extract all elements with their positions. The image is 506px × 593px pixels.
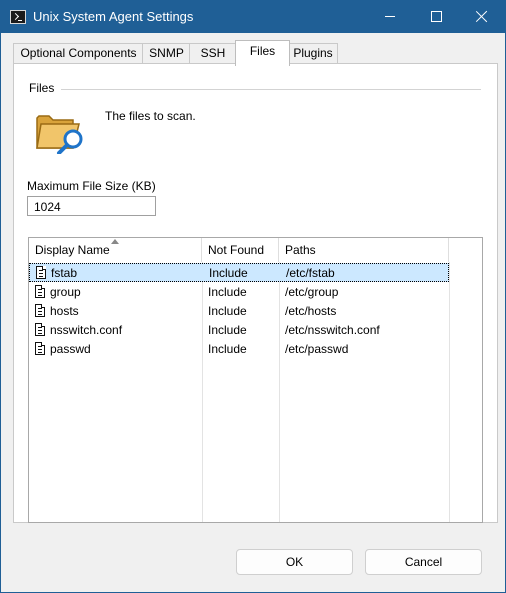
row-display-name: group [50, 285, 81, 299]
files-group-label: Files [29, 81, 55, 95]
row-display-name: nsswitch.conf [50, 323, 123, 337]
window-title: Unix System Agent Settings [33, 9, 194, 24]
row-not-found: Include [208, 342, 247, 356]
column-divider [449, 262, 450, 522]
tab-files[interactable]: Files [235, 40, 290, 66]
document-icon [36, 266, 46, 279]
maximize-icon [431, 11, 442, 22]
sort-ascending-icon [111, 239, 119, 244]
settings-window: Unix System Agent Settings Optional Comp… [0, 0, 506, 593]
table-row[interactable]: hosts Include /etc/hosts [29, 302, 449, 321]
table-row[interactable]: fstab Include /etc/fstab [29, 263, 449, 282]
row-not-found: Include [209, 266, 248, 280]
tab-snmp[interactable]: SNMP [142, 43, 191, 64]
files-description: The files to scan. [105, 109, 196, 123]
row-path: /etc/fstab [286, 266, 335, 280]
column-header-not-found[interactable]: Not Found [202, 238, 279, 262]
row-path: /etc/nsswitch.conf [285, 323, 380, 337]
maximize-button[interactable] [413, 1, 459, 33]
row-path: /etc/passwd [285, 342, 349, 356]
table-row[interactable]: passwd Include /etc/passwd [29, 340, 449, 359]
table-row[interactable]: group Include /etc/group [29, 283, 449, 302]
close-button[interactable] [459, 1, 505, 33]
row-path: /etc/group [285, 285, 339, 299]
terminal-app-icon [10, 10, 26, 24]
row-not-found: Include [208, 285, 247, 299]
row-path: /etc/hosts [285, 304, 337, 318]
group-divider [61, 89, 481, 90]
tab-strip: Optional Components SNMP SSH Files Plugi… [13, 40, 497, 66]
title-bar[interactable]: Unix System Agent Settings [1, 1, 505, 33]
document-icon [35, 304, 45, 317]
row-not-found: Include [208, 323, 247, 337]
close-icon [475, 9, 489, 23]
minimize-button[interactable] [367, 1, 413, 33]
ok-button[interactable]: OK [236, 549, 353, 575]
column-header-display-name[interactable]: Display Name [29, 238, 202, 262]
row-display-name: hosts [50, 304, 79, 318]
max-file-size-label: Maximum File Size (KB) [27, 179, 156, 193]
row-not-found: Include [208, 304, 247, 318]
tab-ssh[interactable]: SSH [189, 43, 237, 64]
tab-plugins[interactable]: Plugins [288, 43, 338, 64]
minimize-icon [385, 16, 395, 17]
max-file-size-input[interactable]: 1024 [27, 196, 156, 216]
document-icon [35, 285, 45, 298]
table-row[interactable]: nsswitch.conf Include /etc/nsswitch.conf [29, 321, 449, 340]
row-display-name: passwd [50, 342, 91, 356]
tab-optional-components[interactable]: Optional Components [13, 43, 144, 64]
files-list-view[interactable]: Display Name Not Found Paths fstab Inclu… [28, 237, 483, 523]
cancel-button[interactable]: Cancel [365, 549, 482, 575]
column-header-paths[interactable]: Paths [279, 238, 449, 262]
list-header: Display Name Not Found Paths [29, 238, 482, 262]
folder-search-icon [36, 115, 83, 154]
document-icon [35, 342, 45, 355]
row-display-name: fstab [51, 266, 78, 280]
document-icon [35, 323, 45, 336]
